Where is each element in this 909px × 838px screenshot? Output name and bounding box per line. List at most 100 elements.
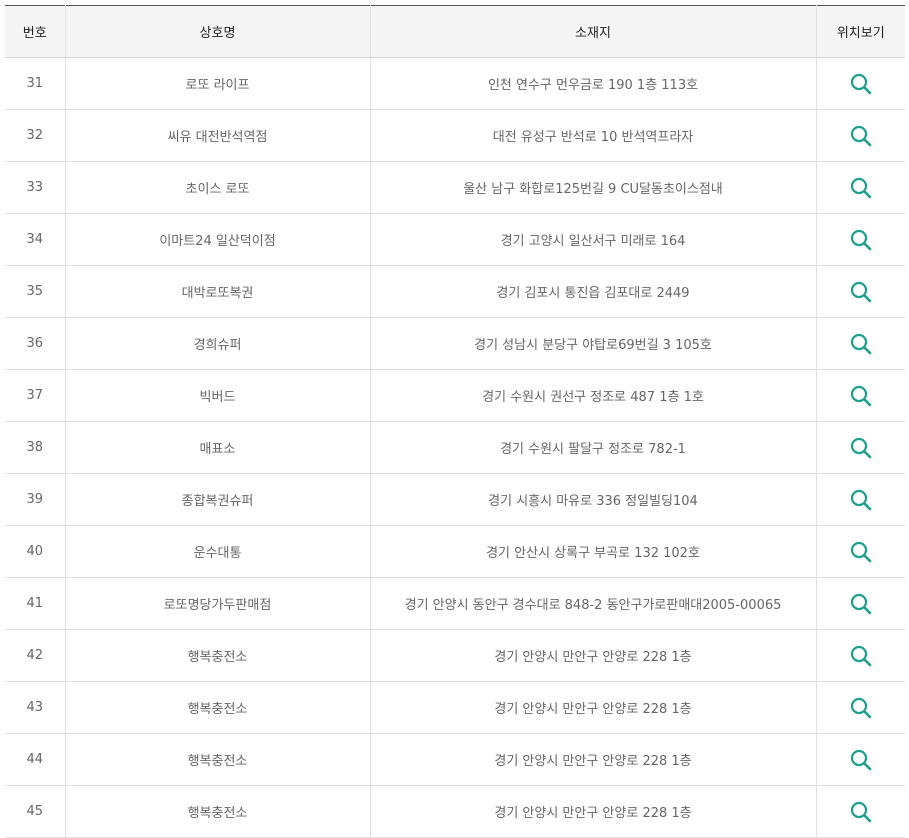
cell-number: 32	[5, 109, 65, 162]
view-location-button[interactable]	[846, 381, 876, 411]
cell-address: 경기 안산시 상록구 부곡로 132 102호	[369, 525, 816, 578]
header-name: 상호명	[64, 5, 370, 58]
cell-name: 운수대통	[64, 525, 370, 578]
view-location-button[interactable]	[846, 797, 876, 827]
table-header: 번호 상호명 소재지 위치보기	[5, 5, 905, 58]
search-icon	[850, 333, 872, 354]
cell-location	[815, 57, 905, 110]
header-address: 소재지	[369, 5, 816, 58]
table-row: 41 로또명당가두판매점 경기 안양시 동안구 경수대로 848-2 동안구가로…	[5, 577, 905, 630]
table-row: 32 씨유 대전반석역점 대전 유성구 반석로 10 반석역프라자	[5, 109, 905, 162]
view-location-button[interactable]	[846, 121, 876, 151]
cell-name: 행복충전소	[64, 733, 370, 786]
cell-number: 43	[5, 681, 65, 734]
cell-location	[815, 109, 905, 162]
table-row: 36 경희슈퍼 경기 성남시 분당구 야탑로69번길 3 105호	[5, 317, 905, 370]
search-icon	[850, 229, 872, 250]
search-icon	[850, 177, 872, 198]
cell-address: 경기 안양시 만안구 안양로 228 1층	[369, 733, 816, 786]
table-row: 38 매표소 경기 수원시 팔달구 정조로 782-1	[5, 421, 905, 474]
cell-name: 매표소	[64, 421, 370, 474]
cell-name: 로또 라이프	[64, 57, 370, 110]
table-row: 34 이마트24 일산덕이점 경기 고양시 일산서구 미래로 164	[5, 213, 905, 266]
cell-address: 경기 성남시 분당구 야탑로69번길 3 105호	[369, 317, 816, 370]
cell-name: 행복충전소	[64, 629, 370, 682]
cell-location	[815, 369, 905, 422]
view-location-button[interactable]	[846, 745, 876, 775]
cell-number: 34	[5, 213, 65, 266]
view-location-button[interactable]	[846, 433, 876, 463]
cell-name: 행복충전소	[64, 785, 370, 838]
cell-address: 경기 시흥시 마유로 336 정일빌딩104	[369, 473, 816, 526]
view-location-button[interactable]	[846, 537, 876, 567]
cell-name: 씨유 대전반석역점	[64, 109, 370, 162]
header-location: 위치보기	[815, 5, 905, 58]
view-location-button[interactable]	[846, 641, 876, 671]
view-location-button[interactable]	[846, 277, 876, 307]
header-row: 번호 상호명 소재지 위치보기	[5, 5, 905, 58]
view-location-button[interactable]	[846, 589, 876, 619]
view-location-button[interactable]	[846, 69, 876, 99]
search-icon	[850, 385, 872, 406]
cell-location	[815, 213, 905, 266]
cell-number: 31	[5, 57, 65, 110]
store-list-table: 번호 상호명 소재지 위치보기 31 로또 라이프 인천 연수구 먼우금로 19…	[5, 5, 905, 838]
cell-address: 경기 안양시 만안구 안양로 228 1층	[369, 629, 816, 682]
search-icon	[850, 437, 872, 458]
cell-name: 이마트24 일산덕이점	[64, 213, 370, 266]
search-icon	[850, 697, 872, 718]
cell-name: 빅버드	[64, 369, 370, 422]
search-icon	[850, 125, 872, 146]
cell-number: 35	[5, 265, 65, 318]
cell-location	[815, 473, 905, 526]
cell-name: 행복충전소	[64, 681, 370, 734]
table-row: 39 종합복권슈퍼 경기 시흥시 마유로 336 정일빌딩104	[5, 473, 905, 526]
cell-name: 대박로또복권	[64, 265, 370, 318]
store-list-table-wrapper: 번호 상호명 소재지 위치보기 31 로또 라이프 인천 연수구 먼우금로 19…	[5, 5, 905, 838]
table-body: 31 로또 라이프 인천 연수구 먼우금로 190 1층 113호 32 씨유 …	[5, 57, 905, 838]
cell-location	[815, 265, 905, 318]
cell-number: 44	[5, 733, 65, 786]
table-row: 43 행복충전소 경기 안양시 만안구 안양로 228 1층	[5, 681, 905, 734]
cell-location	[815, 577, 905, 630]
cell-address: 경기 고양시 일산서구 미래로 164	[369, 213, 816, 266]
view-location-button[interactable]	[846, 693, 876, 723]
table-row: 40 운수대통 경기 안산시 상록구 부곡로 132 102호	[5, 525, 905, 578]
search-icon	[850, 281, 872, 302]
cell-name: 종합복권슈퍼	[64, 473, 370, 526]
cell-number: 42	[5, 629, 65, 682]
view-location-button[interactable]	[846, 173, 876, 203]
table-row: 37 빅버드 경기 수원시 권선구 정조로 487 1층 1호	[5, 369, 905, 422]
cell-location	[815, 629, 905, 682]
cell-location	[815, 161, 905, 214]
view-location-button[interactable]	[846, 225, 876, 255]
cell-number: 37	[5, 369, 65, 422]
cell-number: 40	[5, 525, 65, 578]
cell-location	[815, 421, 905, 474]
cell-address: 경기 안양시 만안구 안양로 228 1층	[369, 785, 816, 838]
view-location-button[interactable]	[846, 485, 876, 515]
cell-number: 36	[5, 317, 65, 370]
cell-location	[815, 525, 905, 578]
search-icon	[850, 73, 872, 94]
cell-name: 로또명당가두판매점	[64, 577, 370, 630]
cell-address: 경기 수원시 팔달구 정조로 782-1	[369, 421, 816, 474]
cell-location	[815, 733, 905, 786]
search-icon	[850, 801, 872, 822]
view-location-button[interactable]	[846, 329, 876, 359]
cell-name: 경희슈퍼	[64, 317, 370, 370]
cell-address: 경기 안양시 만안구 안양로 228 1층	[369, 681, 816, 734]
search-icon	[850, 489, 872, 510]
cell-location	[815, 785, 905, 838]
cell-number: 45	[5, 785, 65, 838]
cell-address: 경기 수원시 권선구 정조로 487 1층 1호	[369, 369, 816, 422]
cell-number: 33	[5, 161, 65, 214]
table-row: 31 로또 라이프 인천 연수구 먼우금로 190 1층 113호	[5, 57, 905, 110]
cell-location	[815, 317, 905, 370]
cell-number: 39	[5, 473, 65, 526]
table-row: 45 행복충전소 경기 안양시 만안구 안양로 228 1층	[5, 785, 905, 838]
search-icon	[850, 593, 872, 614]
table-row: 44 행복충전소 경기 안양시 만안구 안양로 228 1층	[5, 733, 905, 786]
search-icon	[850, 645, 872, 666]
cell-location	[815, 681, 905, 734]
